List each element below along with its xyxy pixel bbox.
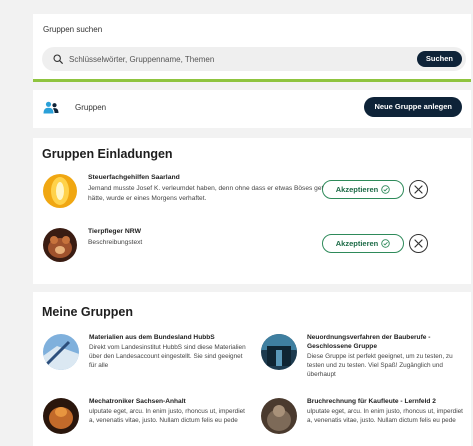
search-title: Gruppen suchen xyxy=(43,25,103,34)
group-invitations-section: Gruppen Einladungen Steuerfachgehilfen S… xyxy=(33,138,471,284)
search-icon xyxy=(53,54,63,64)
group-name: Neuordnungsverfahren der Bauberufe - Ges… xyxy=(307,334,431,350)
group-description: ulputate eget, arcu. In enim justo, rhon… xyxy=(89,408,245,424)
group-card[interactable]: Bruchrechnung für Kaufleute - Lernfeld 2… xyxy=(261,398,463,446)
new-group-button[interactable]: Neue Gruppe anlegen xyxy=(364,97,462,117)
group-avatar xyxy=(261,334,297,370)
users-icon xyxy=(43,101,59,114)
invitation-group-description: Jemand musste Josef K. verleumdet haben,… xyxy=(88,185,331,202)
group-search-panel: Gruppen suchen Suchen xyxy=(33,14,471,82)
invitation-group-name: Tierpfleger NRW xyxy=(88,228,142,235)
invitation-item: Steuerfachgehilfen Saarland Jemand musst… xyxy=(33,174,471,218)
invitation-group-name: Steuerfachgehilfen Saarland xyxy=(88,174,180,181)
group-name: Bruchrechnung für Kaufleute - Lernfeld 2 xyxy=(307,398,436,405)
my-groups-title: Meine Gruppen xyxy=(42,305,133,319)
group-description: ulputate eget, arcu. In enim justo, rhon… xyxy=(307,408,463,424)
accept-label: Akzeptieren xyxy=(335,185,379,194)
group-avatar xyxy=(43,174,77,208)
group-avatar xyxy=(43,228,77,262)
invitation-group-description: Beschreibungstext xyxy=(88,239,143,246)
group-card[interactable]: Mechatroniker Sachsen-Anhalt ulputate eg… xyxy=(43,398,245,446)
accept-label: Akzeptieren xyxy=(335,239,379,248)
groups-toolbar: Gruppen Neue Gruppe anlegen xyxy=(33,90,471,128)
group-card[interactable]: Materialien aus dem Bundesland HubbS Dir… xyxy=(43,334,246,382)
group-card[interactable]: Neuordnungsverfahren der Bauberufe - Ges… xyxy=(261,334,461,382)
group-avatar xyxy=(43,334,79,370)
close-icon xyxy=(414,185,423,194)
my-groups-section: Meine Gruppen Materialien aus dem Bundes… xyxy=(33,292,471,446)
group-description: Diese Gruppe ist perfekt geeignet, um zu… xyxy=(307,353,453,378)
group-description: Direkt vom Landesinstitut HubbS sind die… xyxy=(89,344,246,369)
search-bar: Suchen xyxy=(42,47,466,71)
accept-invitation-button[interactable]: Akzeptieren xyxy=(322,234,404,253)
close-icon xyxy=(414,239,423,248)
group-avatar xyxy=(43,398,79,434)
group-name: Materialien aus dem Bundesland HubbS xyxy=(89,334,215,341)
accept-invitation-button[interactable]: Akzeptieren xyxy=(322,180,404,199)
search-button[interactable]: Suchen xyxy=(416,51,462,67)
group-avatar xyxy=(261,398,297,434)
search-input[interactable] xyxy=(69,51,389,67)
invitations-title: Gruppen Einladungen xyxy=(42,147,173,161)
check-circle-icon xyxy=(381,185,390,194)
invitation-item: Tierpfleger NRW Beschreibungstext Akzept… xyxy=(33,228,471,272)
groups-label: Gruppen xyxy=(75,103,107,112)
decline-invitation-button[interactable] xyxy=(409,234,428,253)
group-name: Mechatroniker Sachsen-Anhalt xyxy=(89,398,186,405)
decline-invitation-button[interactable] xyxy=(409,180,428,199)
check-circle-icon xyxy=(381,239,390,248)
